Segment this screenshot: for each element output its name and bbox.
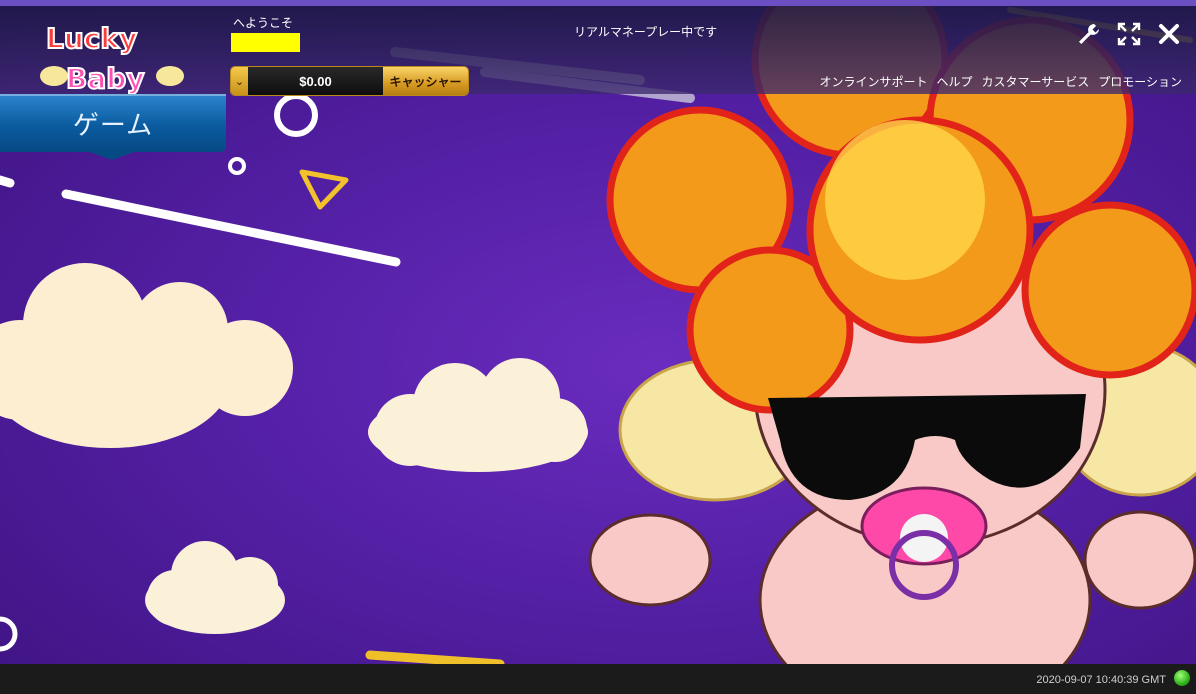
games-tab-label: ゲーム	[72, 110, 154, 141]
top-links: オンラインサポート ヘルプ カスタマーサービス プロモーション	[819, 73, 1182, 90]
balance-dropdown-toggle[interactable]: ⌄	[231, 67, 248, 95]
lucky-baby-logo[interactable]: Lucky Baby	[38, 14, 188, 102]
balance-widget: ⌄ $0.00 キャッシャー	[231, 67, 468, 95]
server-clock: 2020-09-07 10:40:39 GMT	[1036, 674, 1166, 686]
username-highlight	[231, 33, 300, 52]
real-money-mode-text: リアルマネープレー中です	[574, 25, 718, 39]
games-tab-pointer	[90, 152, 134, 160]
header-bar: Lucky Baby へようこそ ⌄ $0.00 キャッシャー リアルマネープレ…	[0, 0, 1196, 96]
link-promotions[interactable]: プロモーション	[1098, 73, 1182, 90]
link-online-support[interactable]: オンラインサポート	[819, 73, 927, 90]
fullscreen-icon[interactable]	[1116, 21, 1142, 47]
link-customer-service[interactable]: カスタマーサービス	[981, 73, 1089, 90]
chevron-down-icon: ⌄	[234, 74, 245, 88]
svg-text:Baby: Baby	[66, 62, 145, 95]
status-bar: 2020-09-07 10:40:39 GMT	[0, 664, 1196, 694]
link-help[interactable]: ヘルプ	[936, 73, 972, 90]
window-controls	[1076, 21, 1182, 47]
games-menu-tab[interactable]: ゲーム	[0, 94, 226, 152]
wrench-icon[interactable]	[1076, 21, 1102, 47]
welcome-text: へようこそ	[233, 16, 294, 30]
close-icon[interactable]	[1156, 21, 1182, 47]
cashier-button[interactable]: キャッシャー	[383, 67, 468, 95]
balance-amount: $0.00	[248, 67, 383, 95]
connection-status-icon	[1174, 670, 1190, 686]
svg-text:Lucky: Lucky	[46, 22, 137, 55]
